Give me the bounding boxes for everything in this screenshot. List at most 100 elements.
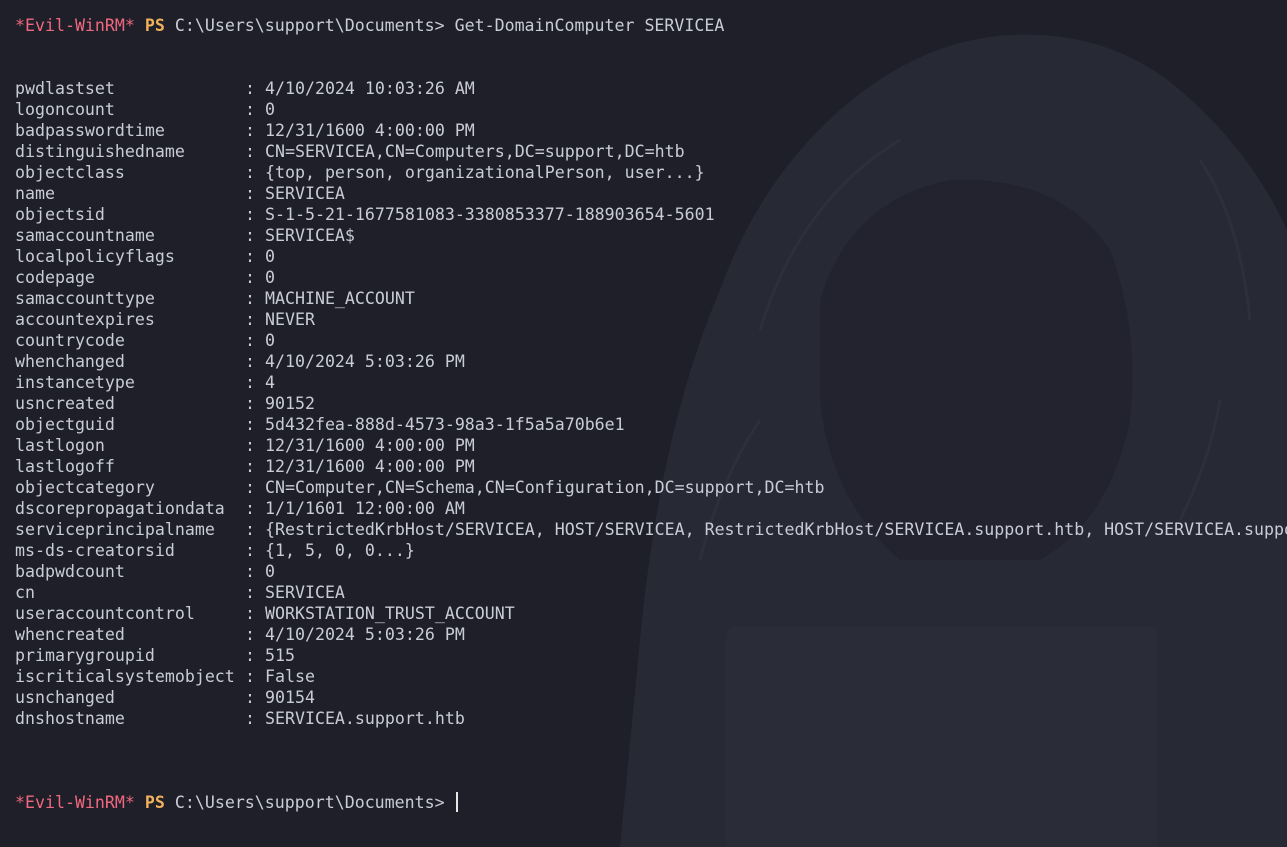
property-value: 0 [265, 247, 275, 266]
prompt-line[interactable]: *Evil-WinRM* PS C:\Users\support\Documen… [15, 792, 1287, 813]
property-key: whencreated [15, 625, 125, 644]
property-row: pwdlastset: 4/10/2024 10:03:26 AM [15, 78, 1287, 99]
property-key: cn [15, 583, 35, 602]
prompt-line: *Evil-WinRM* PS C:\Users\support\Documen… [15, 15, 1287, 36]
property-separator: : [245, 121, 255, 140]
property-value: False [265, 667, 315, 686]
property-key: distinguishedname [15, 142, 185, 161]
property-value: {top, person, organizationalPerson, user… [265, 163, 705, 182]
property-separator: : [245, 709, 255, 728]
property-separator: : [245, 499, 255, 518]
property-row: serviceprincipalname: {RestrictedKrbHost… [15, 519, 1287, 540]
property-value: 12/31/1600 4:00:00 PM [265, 457, 475, 476]
property-value: 90154 [265, 688, 315, 707]
property-value: 12/31/1600 4:00:00 PM [265, 121, 475, 140]
property-key: countrycode [15, 331, 125, 350]
property-value: SERVICEA [265, 184, 345, 203]
property-value: {RestrictedKrbHost/SERVICEA, HOST/SERVIC… [265, 520, 1287, 539]
text-cursor [455, 792, 458, 812]
property-key: primarygroupid [15, 646, 155, 665]
property-key: whenchanged [15, 352, 125, 371]
property-key: localpolicyflags [15, 247, 175, 266]
property-separator: : [245, 583, 255, 602]
property-key: usnchanged [15, 688, 115, 707]
property-row: objectguid: 5d432fea-888d-4573-98a3-1f5a… [15, 414, 1287, 435]
property-row: whencreated: 4/10/2024 5:03:26 PM [15, 624, 1287, 645]
property-value: CN=Computer,CN=Schema,CN=Configuration,D… [265, 478, 825, 497]
prompt-ps-label: PS [144, 16, 165, 35]
property-separator: : [245, 646, 255, 665]
property-value: 5d432fea-888d-4573-98a3-1f5a5a70b6e1 [265, 415, 625, 434]
property-separator: : [245, 394, 255, 413]
property-separator: : [245, 289, 255, 308]
property-separator: : [245, 541, 255, 560]
property-row: samaccountname: SERVICEA$ [15, 225, 1287, 246]
property-value: NEVER [265, 310, 315, 329]
property-key: instancetype [15, 373, 135, 392]
property-row: objectsid: S-1-5-21-1677581083-338085337… [15, 204, 1287, 225]
property-key: pwdlastset [15, 79, 115, 98]
property-key: dscorepropagationdata [15, 499, 225, 518]
property-separator: : [245, 79, 255, 98]
property-separator: : [245, 562, 255, 581]
property-separator: : [245, 310, 255, 329]
property-value: 4 [265, 373, 275, 392]
property-row: primarygroupid: 515 [15, 645, 1287, 666]
property-row: whenchanged: 4/10/2024 5:03:26 PM [15, 351, 1287, 372]
property-key: ms-ds-creatorsid [15, 541, 175, 560]
prompt-tag: *Evil-WinRM* [15, 16, 135, 35]
property-key: lastlogoff [15, 457, 115, 476]
property-row: usncreated: 90152 [15, 393, 1287, 414]
property-separator: : [245, 352, 255, 371]
property-key: objectguid [15, 415, 115, 434]
property-value: SERVICEA [265, 583, 345, 602]
property-key: useraccountcontrol [15, 604, 195, 623]
property-separator: : [245, 604, 255, 623]
property-value: 12/31/1600 4:00:00 PM [265, 436, 475, 455]
property-value: MACHINE_ACCOUNT [265, 289, 415, 308]
property-key: serviceprincipalname [15, 520, 215, 539]
property-row: instancetype: 4 [15, 372, 1287, 393]
property-row: usnchanged: 90154 [15, 687, 1287, 708]
property-separator: : [245, 100, 255, 119]
prompt-path: C:\Users\support\Documents> [174, 16, 445, 35]
property-value: SERVICEA$ [265, 226, 355, 245]
property-key: lastlogon [15, 436, 105, 455]
property-row: objectcategory: CN=Computer,CN=Schema,CN… [15, 477, 1287, 498]
property-row: lastlogoff: 12/31/1600 4:00:00 PM [15, 456, 1287, 477]
property-row: badpwdcount: 0 [15, 561, 1287, 582]
property-value: 515 [265, 646, 295, 665]
property-key: objectcategory [15, 478, 155, 497]
property-row: ms-ds-creatorsid: {1, 5, 0, 0...} [15, 540, 1287, 561]
property-value: 90152 [265, 394, 315, 413]
property-row: logoncount: 0 [15, 99, 1287, 120]
property-value: 0 [265, 268, 275, 287]
property-value: 4/10/2024 5:03:26 PM [265, 352, 465, 371]
prompt-ps-label: PS [144, 793, 165, 812]
property-separator: : [245, 184, 255, 203]
property-row: accountexpires: NEVER [15, 309, 1287, 330]
property-key: name [15, 184, 55, 203]
prompt-path: C:\Users\support\Documents> [174, 793, 445, 812]
property-row: name: SERVICEA [15, 183, 1287, 204]
property-row: dscorepropagationdata: 1/1/1601 12:00:00… [15, 498, 1287, 519]
property-value: 4/10/2024 5:03:26 PM [265, 625, 465, 644]
terminal-output: *Evil-WinRM* PS C:\Users\support\Documen… [15, 15, 1287, 847]
property-row: objectclass: {top, person, organizationa… [15, 162, 1287, 183]
property-key: samaccountname [15, 226, 155, 245]
property-separator: : [245, 688, 255, 707]
property-separator: : [245, 457, 255, 476]
property-separator: : [245, 142, 255, 161]
property-row: iscriticalsystemobject: False [15, 666, 1287, 687]
property-separator: : [245, 247, 255, 266]
property-row: useraccountcontrol: WORKSTATION_TRUST_AC… [15, 603, 1287, 624]
command-text: Get-DomainComputer SERVICEA [454, 16, 725, 35]
property-separator: : [245, 415, 255, 434]
property-value: {1, 5, 0, 0...} [265, 541, 415, 560]
property-value: WORKSTATION_TRUST_ACCOUNT [265, 604, 515, 623]
